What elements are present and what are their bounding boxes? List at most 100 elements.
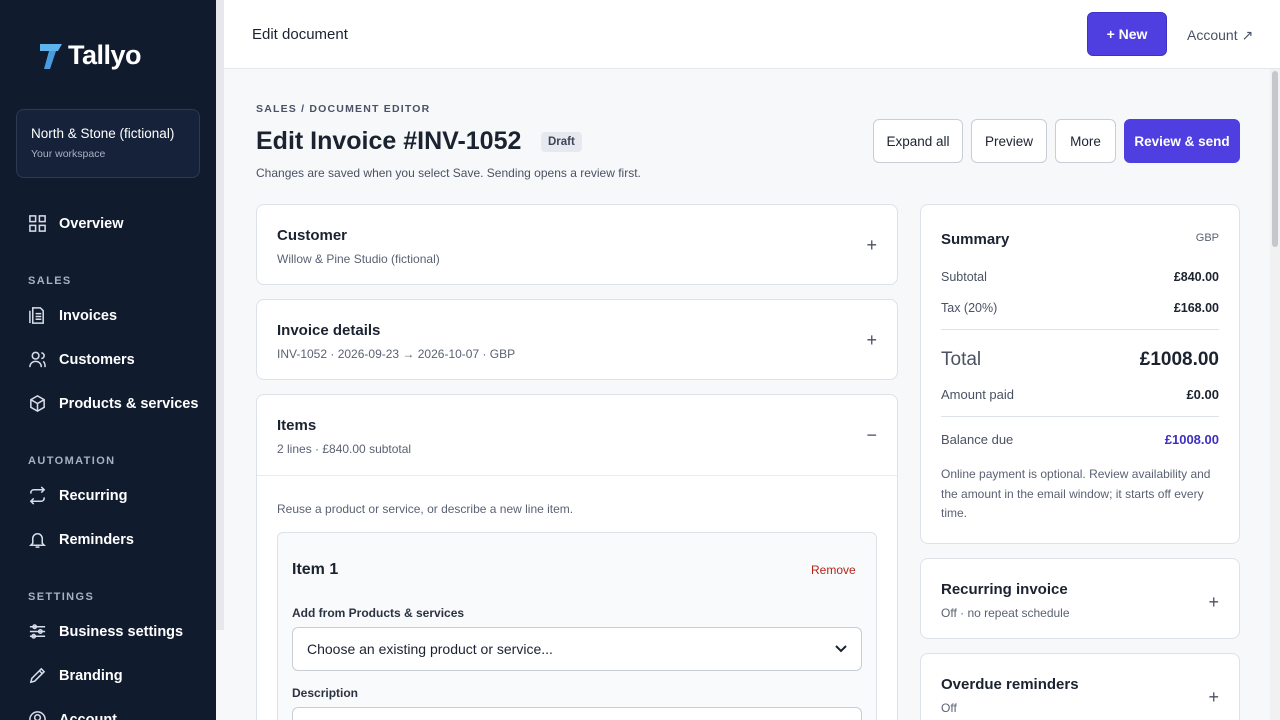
total-row: Total £1008.00 (941, 349, 1219, 371)
preview-button[interactable]: Preview (971, 119, 1047, 163)
recurring-section[interactable]: Recurring invoice Off · no repeat schedu… (920, 558, 1240, 639)
section-summary: Off (941, 701, 957, 715)
nav-section-automation: AUTOMATION (28, 455, 116, 467)
divider (941, 416, 1219, 417)
section-title: Customer (277, 227, 348, 244)
repeat-icon (29, 486, 46, 505)
add-product-label: Add from Products & services (292, 606, 465, 620)
sidebar-item-branding[interactable]: Branding (28, 666, 123, 685)
expand-icon[interactable]: + (1208, 687, 1219, 708)
sidebar-item-overview[interactable]: Overview (28, 214, 124, 233)
nav-section-settings: SETTINGS (28, 591, 95, 603)
select-value: Choose an existing product or service... (307, 641, 553, 657)
status-badge: Draft (541, 132, 582, 152)
review-send-button[interactable]: Review & send (1124, 119, 1240, 163)
summary-card: Summary GBP Subtotal £840.00 Tax (20%) £… (920, 204, 1240, 544)
line-item-1: Item 1 Remove Add from Products & servic… (277, 532, 877, 720)
payment-note: Online payment is optional. Review avail… (941, 467, 1211, 520)
tax-label: Tax (20%) (941, 301, 998, 315)
sidebar-item-label: Branding (59, 667, 123, 684)
expand-icon[interactable]: + (1208, 592, 1219, 613)
subtotal-row: Subtotal £840.00 (941, 270, 1219, 284)
bell-icon (29, 533, 46, 548)
sidebar-item-recurring[interactable]: Recurring (28, 486, 128, 505)
section-title: Invoice details (277, 322, 381, 339)
remove-item-button[interactable]: Remove (811, 563, 856, 577)
divider (941, 329, 1219, 330)
item-title: Item 1 (292, 561, 339, 578)
expand-icon[interactable]: + (866, 235, 877, 256)
account-icon (29, 711, 46, 720)
description-input[interactable] (292, 707, 862, 720)
paid-value: £0.00 (1186, 387, 1219, 402)
breadcrumb: SALES / DOCUMENT EDITOR (256, 103, 431, 115)
paid-label: Amount paid (941, 387, 1014, 402)
sidebar-item-account[interactable]: Account (28, 710, 117, 720)
section-summary: 2 lines · £840.00 subtotal (277, 442, 412, 456)
pen-icon (29, 667, 46, 684)
section-summary: INV-1052 · 2026-09-23 → 2026-10-07 · GBP (277, 347, 516, 361)
subtotal-label: Subtotal (941, 270, 987, 284)
sidebar: Tallyo North & Stone (fictional) Your wo… (0, 0, 216, 720)
new-button[interactable]: + New (1087, 12, 1167, 56)
sliders-icon (29, 624, 46, 639)
tax-row: Tax (20%) £168.00 (941, 301, 1219, 315)
product-select[interactable]: Choose an existing product or service... (292, 627, 862, 671)
currency-label: GBP (1195, 232, 1219, 244)
app-logo[interactable]: Tallyo (38, 40, 142, 71)
topbar-title: Edit document (252, 26, 348, 43)
section-summary: Willow & Pine Studio (fictional) (277, 252, 440, 266)
items-hint: Reuse a product or service, or describe … (277, 502, 574, 516)
balance-value: £1008.00 (1164, 432, 1219, 447)
page-subtitle: Changes are saved when you select Save. … (256, 166, 641, 180)
document-icon (29, 307, 44, 324)
sidebar-item-reminders[interactable]: Reminders (28, 530, 134, 549)
section-summary: Off · no repeat schedule (941, 606, 1070, 620)
sidebar-item-label: Business settings (59, 623, 184, 640)
total-value: £1008.00 (1139, 349, 1219, 370)
balance-label: Balance due (941, 432, 1014, 447)
user-icon (29, 351, 46, 368)
topbar: Edit document + New Account ↗ (224, 0, 1280, 69)
scrollbar-thumb[interactable] (1272, 71, 1278, 247)
collapse-icon[interactable]: − (866, 425, 877, 446)
section-title: Overdue reminders (941, 676, 1079, 693)
balance-row: Balance due £1008.00 (941, 432, 1219, 447)
account-link[interactable]: Account ↗ (1187, 27, 1253, 44)
sidebar-item-label: Products & services (59, 395, 199, 412)
invoice-details-section[interactable]: Invoice details INV-1052 · 2026-09-23 → … (256, 299, 898, 380)
customer-section[interactable]: Customer Willow & Pine Studio (fictional… (256, 204, 898, 285)
expand-icon[interactable]: + (866, 330, 877, 351)
subtotal-value: £840.00 (1173, 270, 1219, 284)
sidebar-scrollbar[interactable] (216, 0, 224, 630)
more-button[interactable]: More (1055, 119, 1116, 163)
sidebar-item-label: Reminders (59, 531, 134, 548)
page-title: Edit Invoice #INV-1052 (256, 127, 522, 155)
sidebar-item-label: Invoices (59, 307, 118, 324)
overdue-section[interactable]: Overdue reminders Off + (920, 653, 1240, 720)
grid-icon (29, 215, 46, 232)
paid-row: Amount paid £0.00 (941, 387, 1219, 402)
box-icon (30, 395, 45, 412)
nav-section-sales: SALES (28, 275, 72, 287)
sidebar-item-products[interactable]: Products & services (28, 394, 198, 413)
expand-all-button[interactable]: Expand all (873, 119, 963, 163)
workspace-switcher[interactable]: North & Stone (fictional) Your workspace (16, 109, 200, 178)
workspace-name: North & Stone (fictional) (31, 126, 175, 141)
logo-text: Tallyo (68, 40, 142, 70)
description-label: Description (292, 686, 359, 700)
sidebar-item-invoices[interactable]: Invoices (28, 306, 117, 325)
sidebar-item-customers[interactable]: Customers (28, 350, 135, 369)
section-title: Recurring invoice (941, 581, 1068, 598)
page-scrollbar[interactable] (1270, 69, 1280, 720)
summary-title: Summary (941, 231, 1010, 248)
sidebar-item-business-settings[interactable]: Business settings (28, 622, 183, 641)
divider (257, 475, 897, 476)
total-label: Total (941, 349, 982, 370)
section-title: Items (277, 417, 317, 434)
workspace-sub: Your workspace (31, 148, 106, 160)
tax-value: £168.00 (1173, 301, 1219, 315)
sidebar-item-label: Recurring (59, 487, 128, 504)
logo-icon (38, 41, 64, 71)
sidebar-item-label: Account (59, 711, 117, 720)
